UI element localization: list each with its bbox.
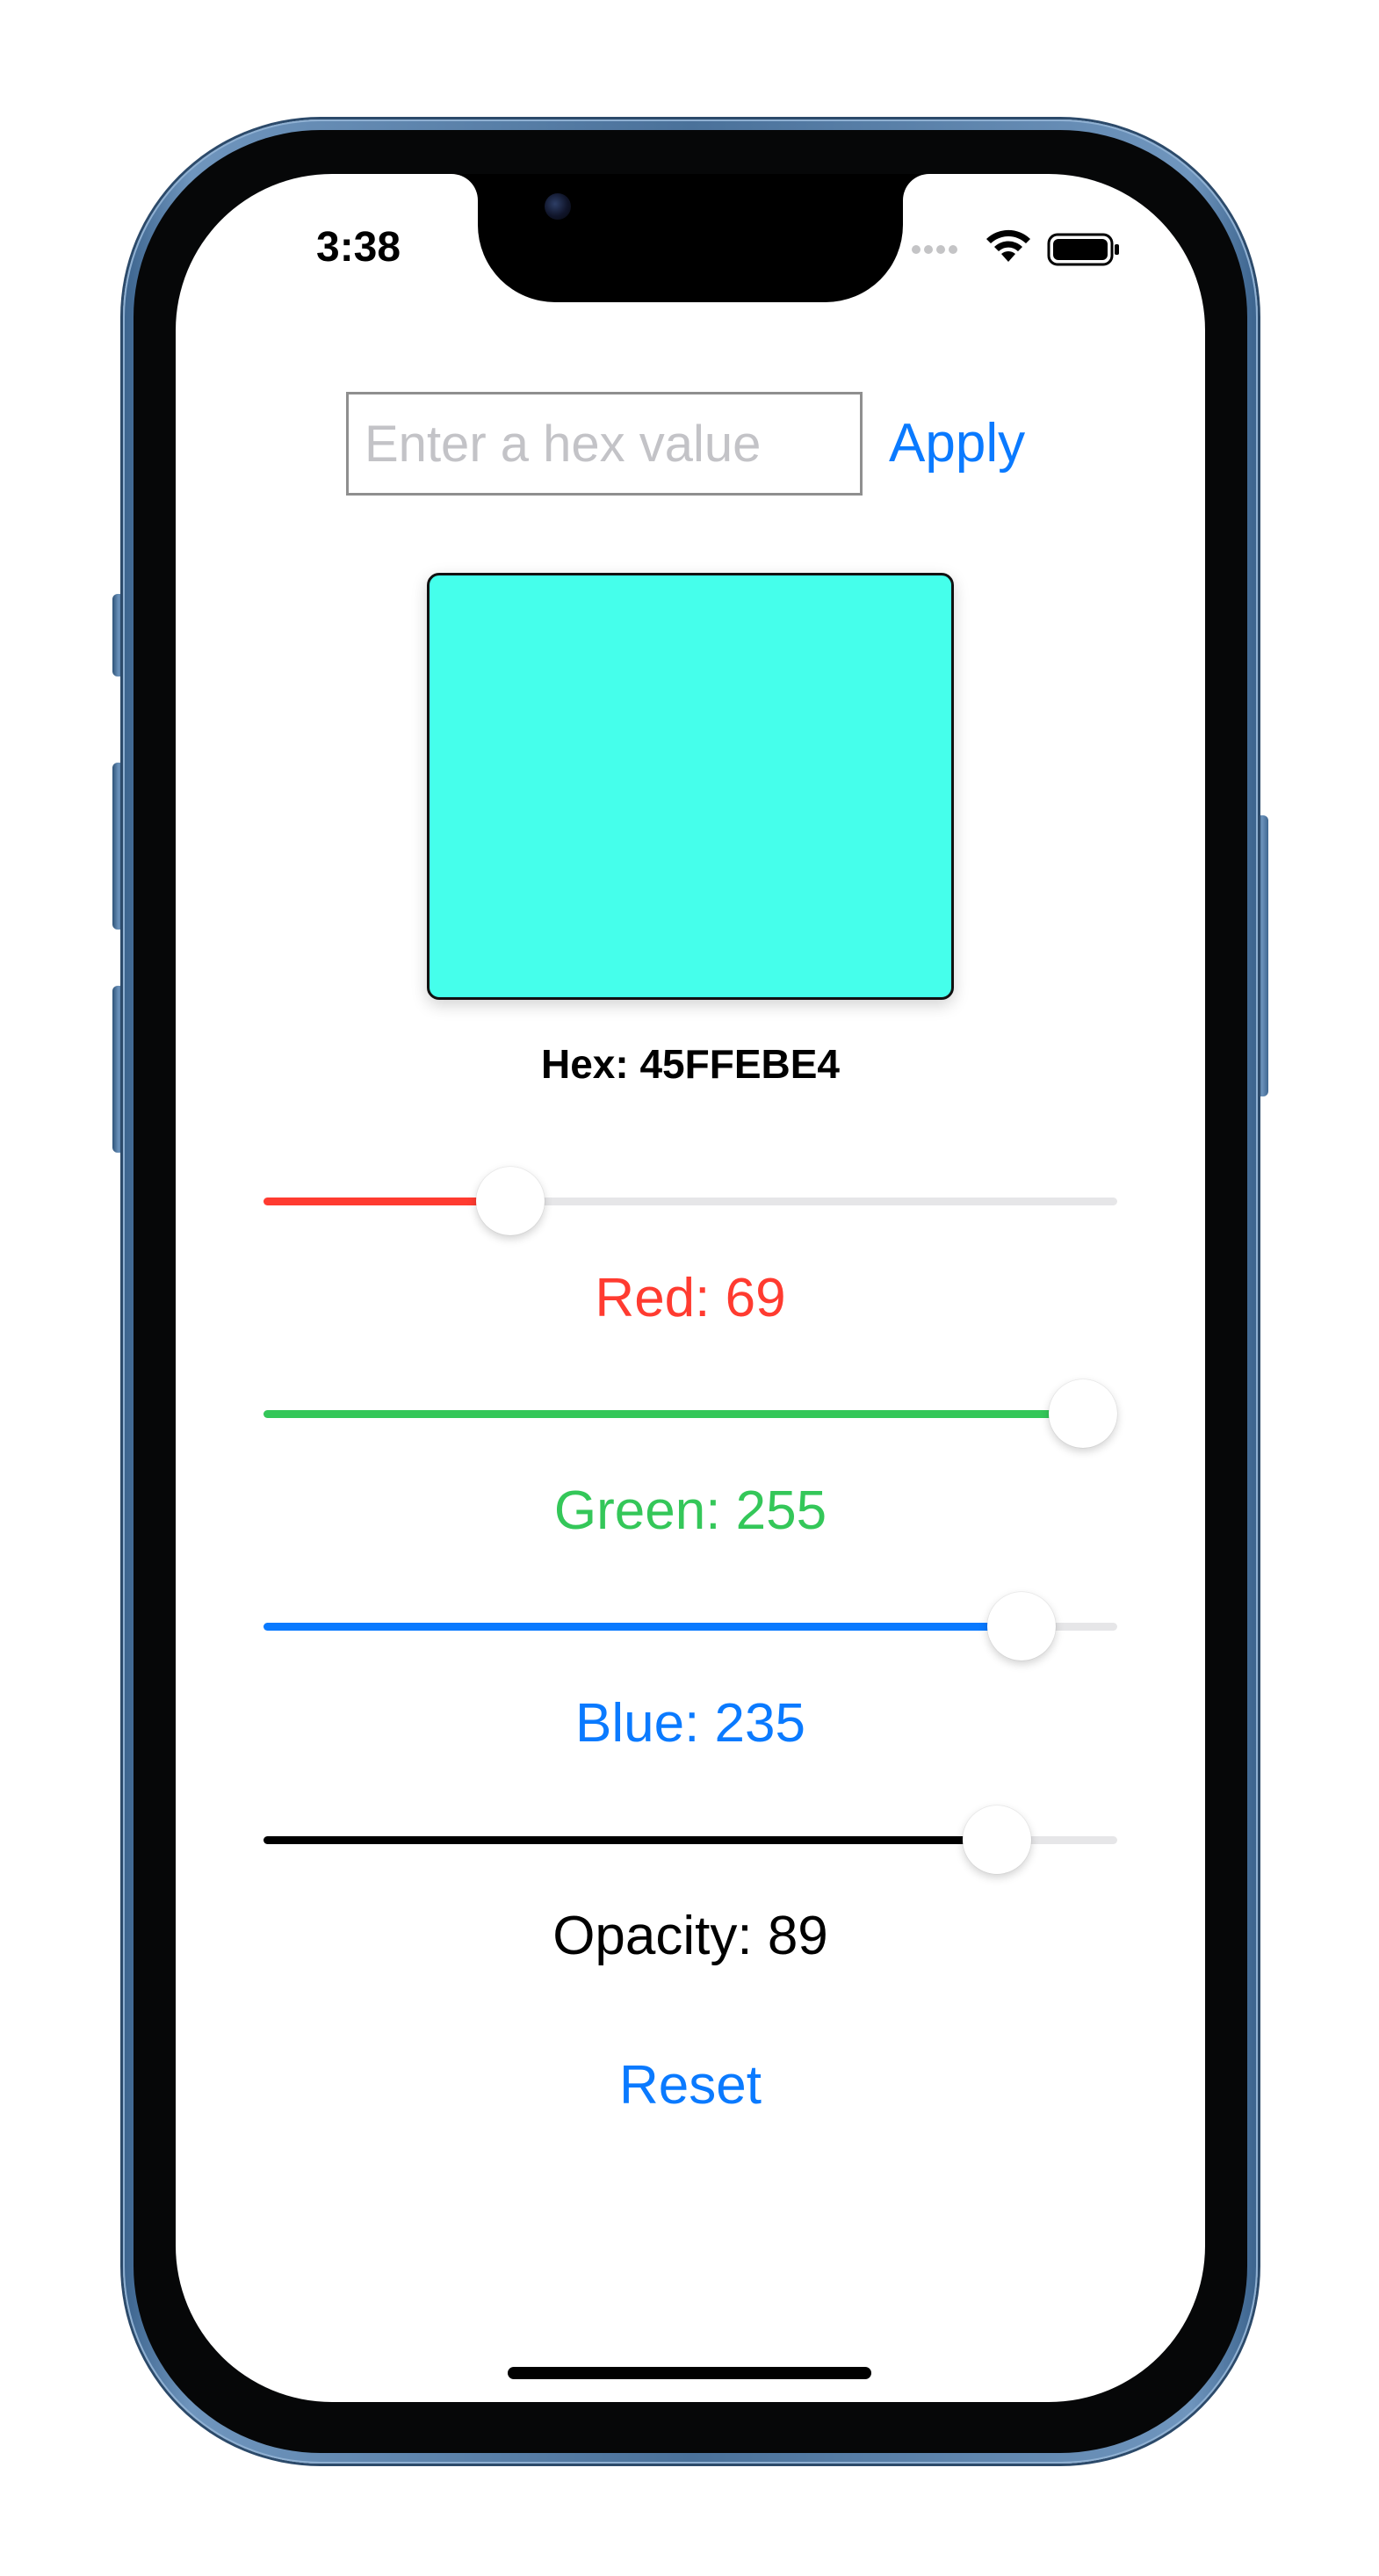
power-button bbox=[1256, 815, 1268, 1096]
hex-input[interactable] bbox=[346, 392, 863, 496]
blue-slider-thumb[interactable] bbox=[986, 1592, 1056, 1661]
stage: 3:38 Apply Hex: 45FFEBE4 bbox=[0, 0, 1379, 2576]
green-value-label: Green: 255 bbox=[553, 1480, 827, 1541]
opacity-slider-fill bbox=[264, 1836, 997, 1844]
green-slider[interactable] bbox=[264, 1378, 1117, 1448]
opacity-value-label: Opacity: 89 bbox=[552, 1906, 828, 1966]
reset-button[interactable]: Reset bbox=[176, 2054, 1205, 2117]
blue-slider[interactable] bbox=[264, 1590, 1117, 1661]
red-slider[interactable] bbox=[264, 1165, 1117, 1235]
green-slider-thumb[interactable] bbox=[1049, 1379, 1117, 1448]
wifi-icon bbox=[986, 229, 1030, 262]
red-slider-thumb[interactable] bbox=[475, 1167, 545, 1235]
cellular-signal-icon bbox=[912, 242, 961, 258]
apply-button[interactable]: Apply bbox=[889, 392, 1025, 496]
status-indicators bbox=[912, 223, 1123, 276]
color-preview-swatch bbox=[427, 573, 954, 1000]
hex-value-label: Hex: 45FFEBE4 bbox=[540, 1041, 840, 1087]
status-time: 3:38 bbox=[316, 224, 401, 271]
front-camera-icon bbox=[545, 193, 571, 220]
opacity-slider-thumb[interactable] bbox=[962, 1805, 1031, 1874]
blue-slider-fill bbox=[264, 1623, 1022, 1631]
red-value-label: Red: 69 bbox=[595, 1268, 786, 1328]
red-slider-fill bbox=[264, 1198, 510, 1205]
blue-value-label: Blue: 235 bbox=[575, 1693, 805, 1754]
battery-icon bbox=[1047, 233, 1119, 266]
green-slider-fill bbox=[264, 1410, 1083, 1418]
phone-screen: 3:38 Apply Hex: 45FFEBE4 bbox=[176, 174, 1205, 2402]
opacity-slider[interactable] bbox=[264, 1804, 1117, 1874]
notch bbox=[478, 174, 903, 302]
home-indicator bbox=[508, 2367, 871, 2379]
